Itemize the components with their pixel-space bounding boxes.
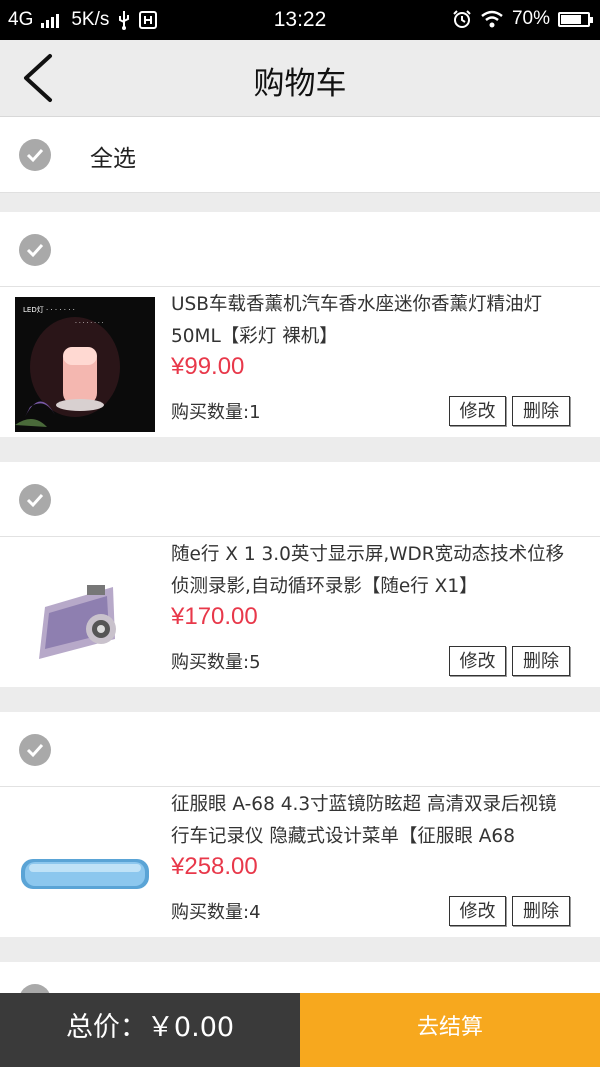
mirror-recorder-image [15,797,155,932]
group-checkbox[interactable] [19,734,51,766]
delete-button[interactable]: 删除 [512,396,570,426]
checkout-button[interactable]: 去结算 [300,993,600,1067]
select-all-row: 全选 [0,117,600,193]
product-price: ¥258.00 [171,853,258,880]
svg-text:· · · · · · · ·: · · · · · · · · [75,320,104,327]
cart-item: 随e行 X 1 3.0英寸显示屏,WDR宽动态技术位移侦测录影,自动循环录影【随… [0,537,600,687]
product-quantity: 购买数量:4 [171,902,261,923]
group-header [0,462,600,537]
bottom-bar: 总价：￥0.00 去结算 [0,993,600,1067]
group-checkbox[interactable] [19,484,51,516]
product-name[interactable]: 征服眼 A-68 4.3寸蓝镜防眩超 高清双录后视镜行车记录仪 隐藏式设计菜单【… [171,789,566,853]
product-image[interactable] [15,547,155,682]
edit-button[interactable]: 修改 [449,646,506,676]
delete-button[interactable]: 删除 [512,896,570,926]
check-icon [26,493,44,508]
check-icon [26,148,44,163]
product-quantity: 购买数量:1 [171,402,261,423]
group-checkbox[interactable] [19,234,51,266]
dashcam-image [15,547,155,682]
product-image[interactable]: LED灯 · · · · · · · · · · · · · · · [15,297,155,432]
status-bar: 4G 5K/s 13:22 70% [0,0,600,40]
battery-icon [558,11,593,27]
product-price: ¥99.00 [171,353,245,380]
product-image[interactable] [15,797,155,932]
edit-button[interactable]: 修改 [449,896,506,926]
cart-item: LED灯 · · · · · · · · · · · · · · · USB车载… [0,287,600,437]
product-name[interactable]: USB车载香薰机汽车香水座迷你香薰灯精油灯 50ML【彩灯 裸机】 [171,289,566,353]
cart-item: 征服眼 A-68 4.3寸蓝镜防眩超 高清双录后视镜行车记录仪 隐藏式设计菜单【… [0,787,600,937]
alarm-icon [453,10,471,28]
page-title: 购物车 [253,66,347,102]
check-icon [26,743,44,758]
title-bar: 购物车 [0,40,600,117]
battery-percent: 70% [511,8,550,29]
total-price: 总价：￥0.00 [0,993,300,1067]
select-all-label: 全选 [90,146,136,172]
product-name[interactable]: 随e行 X 1 3.0英寸显示屏,WDR宽动态技术位移侦测录影,自动循环录影【随… [171,539,566,603]
delete-button[interactable]: 删除 [512,646,570,676]
wifi-icon [481,10,503,28]
edit-button[interactable]: 修改 [449,396,506,426]
group-header [0,212,600,287]
aroma-diffuser-image: LED灯 · · · · · · · · · · · · · · · [15,297,155,432]
svg-text:LED灯 · · · · · · ·: LED灯 · · · · · · · [23,305,75,314]
select-all-checkbox[interactable] [19,139,51,171]
product-quantity: 购买数量:5 [171,652,261,673]
group-header [0,712,600,787]
check-icon [26,243,44,258]
product-price: ¥170.00 [171,603,258,630]
